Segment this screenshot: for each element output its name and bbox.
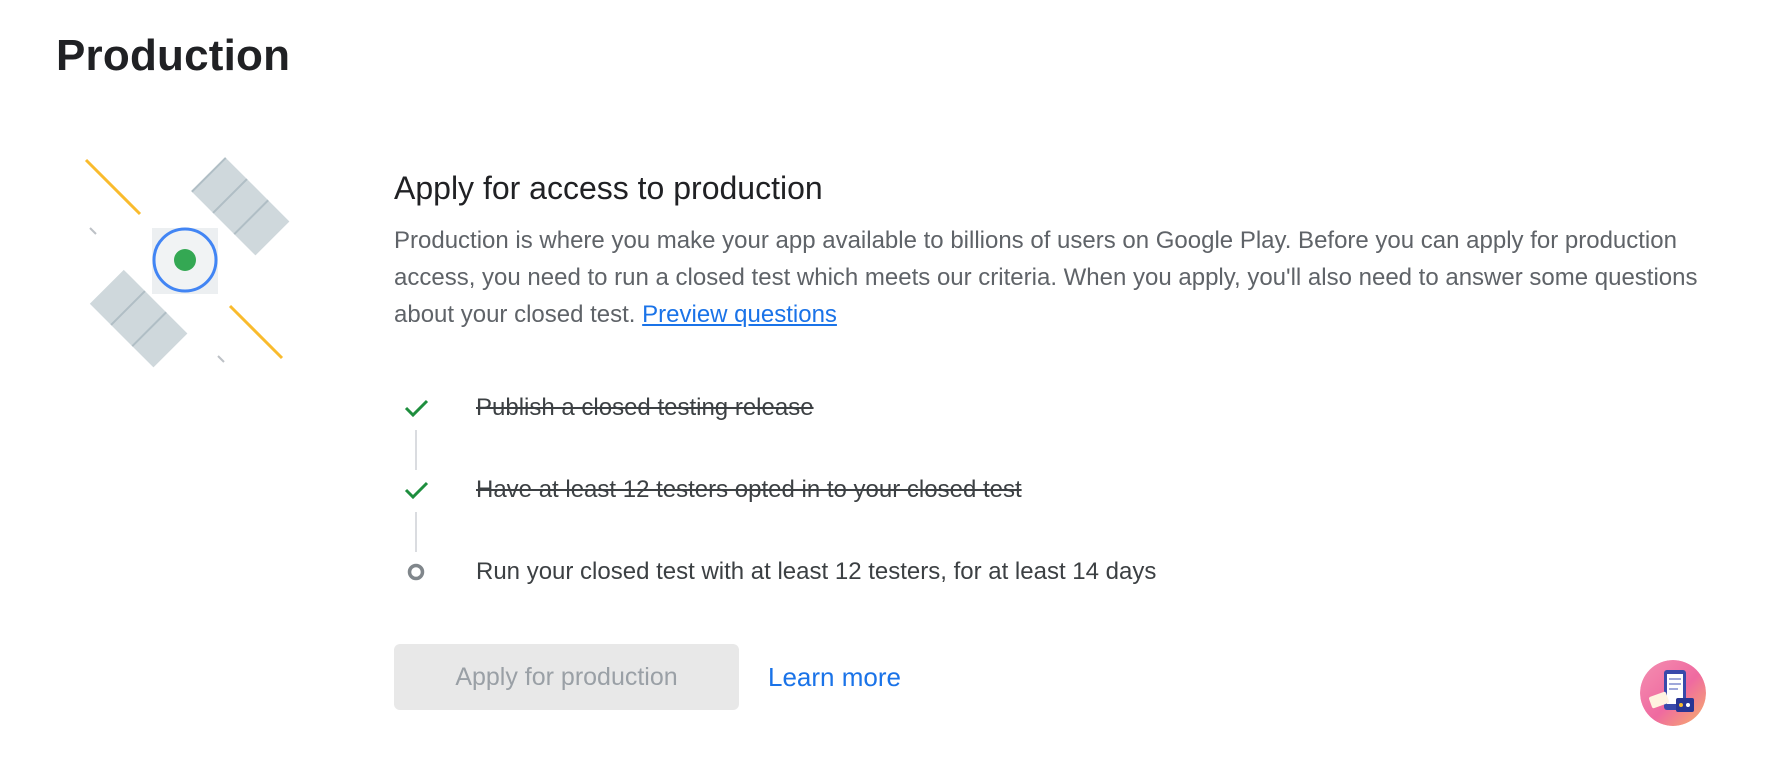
description-text: Production is where you make your app av… — [394, 227, 1698, 328]
apply-section: Apply for access to production Productio… — [394, 166, 1714, 333]
apply-for-production-button[interactable]: Apply for production — [394, 644, 739, 710]
requirements-checklist: Publish a closed testing release Have at… — [394, 388, 1394, 588]
checklist-item: Run your closed test with at least 12 te… — [394, 552, 1394, 592]
assistant-avatar-icon[interactable] — [1640, 660, 1706, 726]
checklist-item: Publish a closed testing release — [394, 388, 1394, 428]
checkmark-icon — [404, 481, 429, 500]
preview-questions-link[interactable]: Preview questions — [642, 301, 837, 328]
satellite-illustration — [84, 157, 290, 368]
learn-more-link[interactable]: Learn more — [768, 661, 901, 693]
checklist-item: Have at least 12 testers opted in to you… — [394, 470, 1394, 510]
section-heading: Apply for access to production — [394, 170, 823, 206]
section-description: Production is where you make your app av… — [394, 222, 1704, 333]
checklist-item-label: Have at least 12 testers opted in to you… — [476, 476, 1022, 503]
checklist-item-label: Publish a closed testing release — [476, 394, 814, 421]
page-title: Production — [56, 31, 291, 80]
checkmark-icon — [404, 399, 429, 418]
pending-circle-icon — [407, 563, 425, 581]
checklist-item-label: Run your closed test with at least 12 te… — [476, 558, 1157, 585]
step-connector — [415, 512, 417, 552]
step-connector — [415, 430, 417, 470]
